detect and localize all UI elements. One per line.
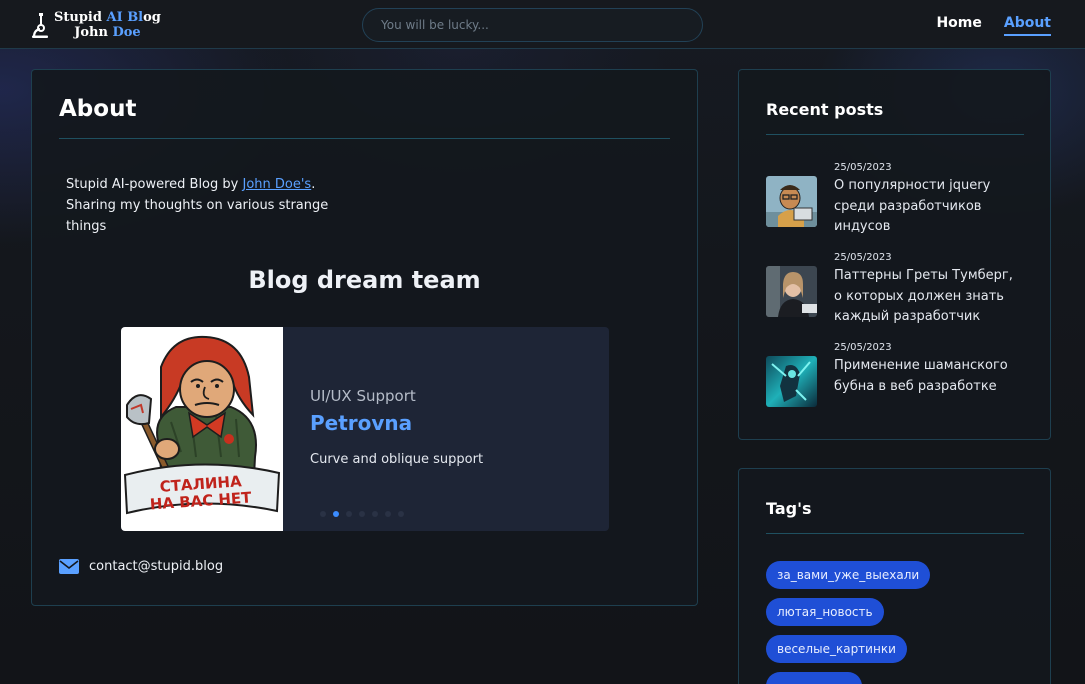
recent-post-item[interactable]: 25/05/2023 Паттерны Греты Тумберг, о кот… bbox=[766, 252, 1026, 332]
team-member-image: СТАЛИНА НА ВАС НЕТ bbox=[121, 327, 283, 531]
post-date: 25/05/2023 bbox=[834, 162, 892, 173]
divider bbox=[59, 138, 670, 139]
tag-chip[interactable]: веселые_картинки bbox=[766, 635, 907, 663]
member-name: Petrovna bbox=[310, 411, 413, 435]
tag-chip[interactable]: лютая_новость bbox=[766, 598, 884, 626]
logo-text: Stupid AI Blog John Doe bbox=[54, 10, 161, 40]
shaman-art-image bbox=[766, 356, 817, 407]
recent-post-item[interactable]: 25/05/2023 Применение шаманского бубна в… bbox=[766, 342, 1026, 422]
nav-home-link[interactable]: Home bbox=[936, 15, 981, 36]
top-navbar: Stupid AI Blog John Doe Home About bbox=[0, 0, 1085, 49]
carousel-dots bbox=[320, 511, 404, 517]
woman-portrait-image bbox=[766, 266, 817, 317]
site-logo[interactable]: Stupid AI Blog John Doe bbox=[30, 10, 161, 40]
contact-row: contact@stupid.blog bbox=[59, 559, 223, 574]
carousel-dot[interactable] bbox=[385, 511, 391, 517]
carousel-dot[interactable] bbox=[398, 511, 404, 517]
tag-chip[interactable] bbox=[766, 672, 862, 684]
envelope-icon bbox=[59, 559, 79, 574]
about-card: About Stupid AI-powered Blog by John Doe… bbox=[31, 69, 698, 606]
main-nav: Home About bbox=[936, 15, 1051, 36]
nav-about-link[interactable]: About bbox=[1003, 15, 1051, 36]
post-title[interactable]: О популярности jquery среди разработчико… bbox=[834, 176, 1024, 238]
grandma-axe-illustration: СТАЛИНА НА ВАС НЕТ bbox=[123, 335, 281, 515]
divider bbox=[766, 533, 1024, 534]
post-thumbnail bbox=[766, 356, 817, 407]
team-carousel-slide[interactable]: СТАЛИНА НА ВАС НЕТ UI/UX Support Petrovn… bbox=[121, 327, 609, 531]
intro-text: Stupid AI-powered Blog by John Doe's. Sh… bbox=[66, 174, 366, 237]
contact-email[interactable]: contact@stupid.blog bbox=[89, 559, 223, 574]
member-role: UI/UX Support bbox=[310, 387, 416, 405]
tags-card: Tag's за_вами_уже_выехали лютая_новость … bbox=[738, 468, 1051, 684]
post-title[interactable]: Применение шаманского бубна в веб разраб… bbox=[834, 356, 1024, 397]
member-description: Curve and oblique support bbox=[310, 452, 484, 467]
tag-list: за_вами_уже_выехали лютая_новость веселы… bbox=[766, 561, 931, 684]
tag-chip[interactable]: за_вами_уже_выехали bbox=[766, 561, 931, 589]
author-link[interactable]: John Doe's bbox=[242, 177, 311, 192]
recent-post-item[interactable]: 25/05/2023 О популярности jquery среди р… bbox=[766, 162, 1026, 242]
team-heading: Blog dream team bbox=[248, 266, 481, 294]
carousel-dot[interactable] bbox=[320, 511, 326, 517]
carousel-dot[interactable] bbox=[359, 511, 365, 517]
post-thumbnail bbox=[766, 266, 817, 317]
post-title[interactable]: Паттерны Греты Тумберг, о которых должен… bbox=[834, 266, 1024, 328]
carousel-dot[interactable] bbox=[372, 511, 378, 517]
recent-posts-title: Recent posts bbox=[766, 100, 884, 119]
tags-title: Tag's bbox=[766, 499, 812, 518]
post-date: 25/05/2023 bbox=[834, 342, 892, 353]
intro-prefix: Stupid AI-powered Blog by bbox=[66, 177, 243, 192]
carousel-dot[interactable] bbox=[346, 511, 352, 517]
carousel-dot[interactable] bbox=[333, 511, 339, 517]
recent-posts-card: Recent posts 25/05/2023 О популярности j… bbox=[738, 69, 1051, 440]
cartoon-developer-image bbox=[766, 176, 817, 227]
page-title: About bbox=[59, 96, 137, 122]
post-date: 25/05/2023 bbox=[834, 252, 892, 263]
divider bbox=[766, 134, 1024, 135]
microscope-icon bbox=[32, 13, 48, 38]
search-input[interactable] bbox=[362, 8, 703, 42]
post-thumbnail bbox=[766, 176, 817, 227]
